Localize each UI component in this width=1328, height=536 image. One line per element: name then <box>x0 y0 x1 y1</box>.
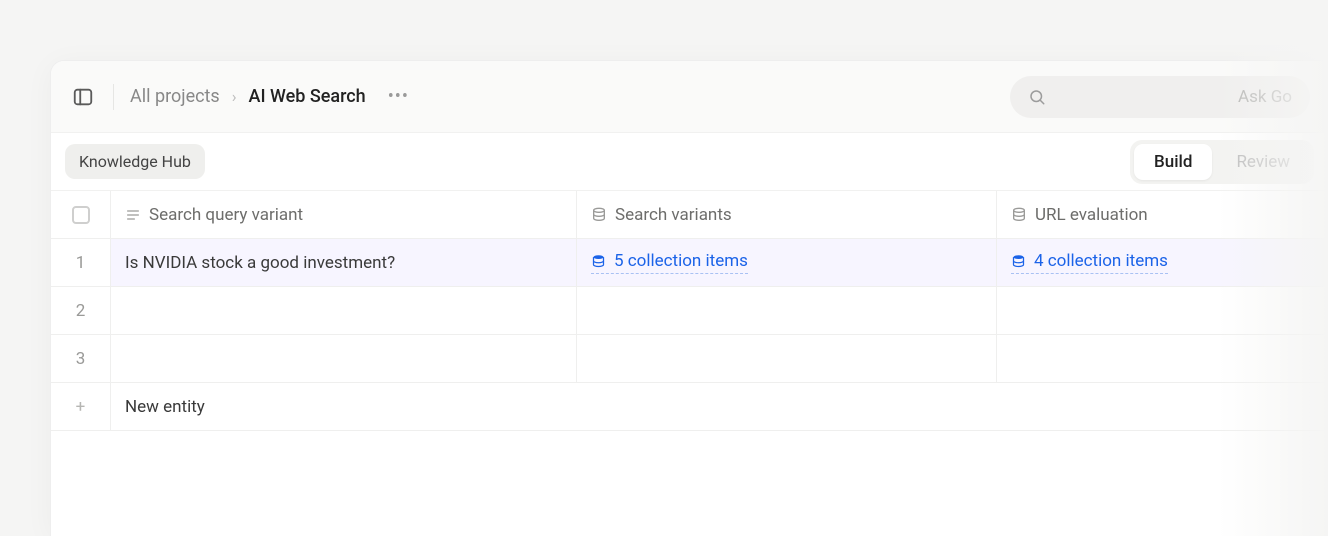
cell-variants[interactable] <box>577 335 997 383</box>
search-input[interactable]: Ask Go <box>1010 76 1310 118</box>
column-header-variants[interactable]: Search variants <box>577 191 997 239</box>
plus-icon: + <box>76 397 86 417</box>
cell-url-eval[interactable]: 4 collection items <box>997 239 1328 287</box>
column-header-query[interactable]: Search query variant <box>111 191 577 239</box>
database-icon <box>1011 207 1027 223</box>
new-entity-button[interactable]: New entity <box>111 383 1328 431</box>
column-header-label: Search variants <box>615 205 732 225</box>
collection-link[interactable]: 4 collection items <box>1011 251 1168 274</box>
search-icon <box>1028 88 1046 106</box>
cell-query[interactable] <box>111 287 577 335</box>
topbar: All projects › AI Web Search ••• Ask Go <box>51 61 1328 133</box>
text-icon <box>125 207 141 223</box>
row-number[interactable]: 1 <box>51 239 111 287</box>
data-table: Search query variant Search variants URL… <box>51 191 1328 431</box>
cell-query[interactable] <box>111 335 577 383</box>
segment-build[interactable]: Build <box>1134 144 1212 180</box>
column-header-url-eval[interactable]: URL evaluation <box>997 191 1328 239</box>
row-number[interactable]: 2 <box>51 287 111 335</box>
database-icon <box>591 207 607 223</box>
cell-variants[interactable] <box>577 287 997 335</box>
chevron-right-icon: › <box>232 87 237 106</box>
panel-left-icon <box>72 86 94 108</box>
collection-link-label: 5 collection items <box>614 251 748 271</box>
database-icon <box>591 254 606 269</box>
column-header-label: Search query variant <box>149 205 303 225</box>
cell-variants[interactable]: 5 collection items <box>577 239 997 287</box>
knowledge-hub-pill[interactable]: Knowledge Hub <box>65 144 205 179</box>
more-options-button[interactable]: ••• <box>382 82 415 111</box>
select-all-header[interactable] <box>51 191 111 239</box>
segment-review[interactable]: Review <box>1216 144 1310 180</box>
breadcrumb-current[interactable]: AI Web Search <box>249 86 366 107</box>
divider <box>113 84 114 110</box>
checkbox-icon <box>72 206 90 224</box>
cell-query[interactable]: Is NVIDIA stock a good investment? <box>111 239 577 287</box>
mode-segmented-control: Build Review <box>1130 140 1314 184</box>
new-entity-label: New entity <box>125 397 205 417</box>
cell-url-eval[interactable] <box>997 335 1328 383</box>
row-number[interactable]: 3 <box>51 335 111 383</box>
app-window: All projects › AI Web Search ••• Ask Go … <box>50 60 1328 536</box>
breadcrumb: All projects › AI Web Search <box>130 86 366 107</box>
subheader: Knowledge Hub Build Review <box>51 133 1328 191</box>
sidebar-toggle-button[interactable] <box>69 83 97 111</box>
ellipsis-icon: ••• <box>388 86 409 107</box>
column-header-label: URL evaluation <box>1035 205 1148 225</box>
breadcrumb-root[interactable]: All projects <box>130 86 220 107</box>
database-icon <box>1011 254 1026 269</box>
collection-link-label: 4 collection items <box>1034 251 1168 271</box>
search-placeholder: Ask Go <box>1176 87 1292 107</box>
collection-link[interactable]: 5 collection items <box>591 251 748 274</box>
new-entity-plus[interactable]: + <box>51 383 111 431</box>
cell-url-eval[interactable] <box>997 287 1328 335</box>
